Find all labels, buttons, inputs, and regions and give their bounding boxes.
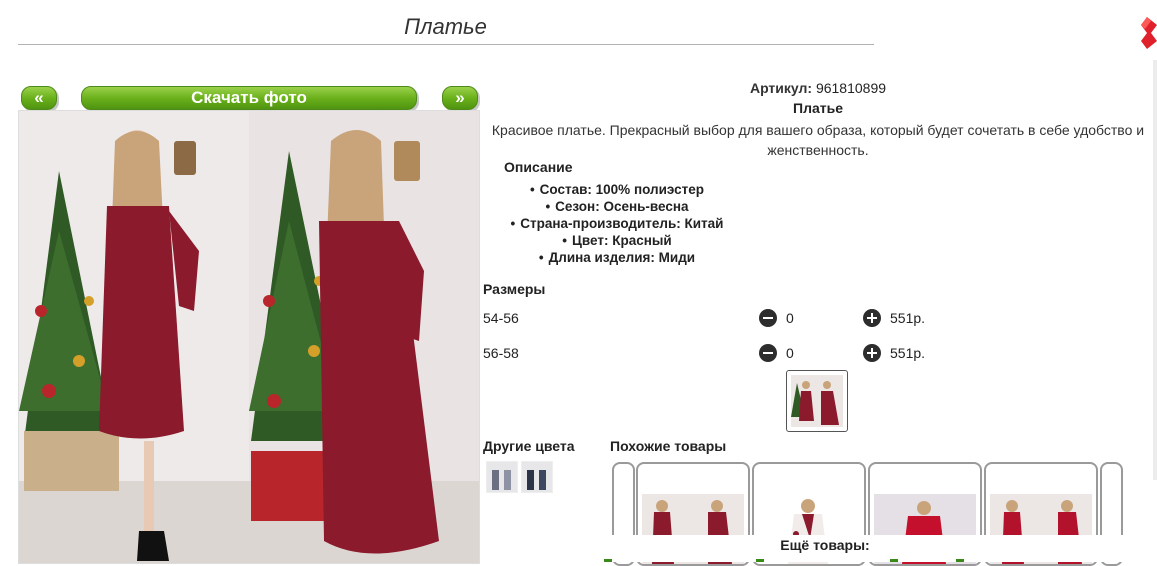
color-variant-thumbnail[interactable] xyxy=(521,461,553,493)
main-product-photo xyxy=(18,110,480,564)
photo-thumbnail[interactable] xyxy=(786,370,848,432)
more-products-label: Ещё товары: xyxy=(780,537,870,553)
product-properties: Состав: 100% полиэстер Сезон: Осень-весн… xyxy=(483,181,751,266)
quantity-value[interactable]: 0 xyxy=(786,345,794,361)
quantity-value[interactable]: 0 xyxy=(786,310,794,326)
plus-icon[interactable] xyxy=(863,344,881,362)
article-value: 961810899 xyxy=(815,80,887,96)
color-variant-thumbnail[interactable] xyxy=(486,461,518,493)
property-item: Страна-производитель: Китай xyxy=(483,215,751,232)
minus-icon[interactable] xyxy=(759,309,777,327)
scrollbar[interactable] xyxy=(1153,60,1157,480)
size-label: 54-56 xyxy=(483,310,519,326)
product-name: Платье xyxy=(793,100,843,116)
article-label: Артикул: xyxy=(749,80,813,96)
minus-icon[interactable] xyxy=(759,344,777,362)
article-line: Артикул: 961810899 xyxy=(483,80,1153,96)
size-label: 56-58 xyxy=(483,345,519,361)
sizes-heading: Размеры xyxy=(483,281,546,297)
close-icon[interactable] xyxy=(1141,17,1157,49)
next-photo-button[interactable]: » xyxy=(442,86,478,110)
plus-icon[interactable] xyxy=(863,309,881,327)
property-item: Сезон: Осень-весна xyxy=(483,198,751,215)
other-colors-heading: Другие цвета xyxy=(483,438,575,454)
size-price: 551р. xyxy=(890,345,926,361)
title-divider xyxy=(18,44,874,45)
page-title: Платье xyxy=(404,14,487,39)
property-item: Цвет: Красный xyxy=(483,232,751,249)
similar-products-heading: Похожие товары xyxy=(610,438,727,454)
description-heading: Описание xyxy=(504,159,573,175)
product-description: Красивое платье. Прекрасный выбор для ва… xyxy=(491,122,1145,158)
size-price: 551р. xyxy=(890,310,926,326)
property-item: Состав: 100% полиэстер xyxy=(483,181,751,198)
prev-photo-button[interactable]: « xyxy=(21,86,57,110)
property-item: Длина изделия: Миди xyxy=(483,249,751,266)
download-photo-button[interactable]: Скачать фото xyxy=(81,86,417,110)
